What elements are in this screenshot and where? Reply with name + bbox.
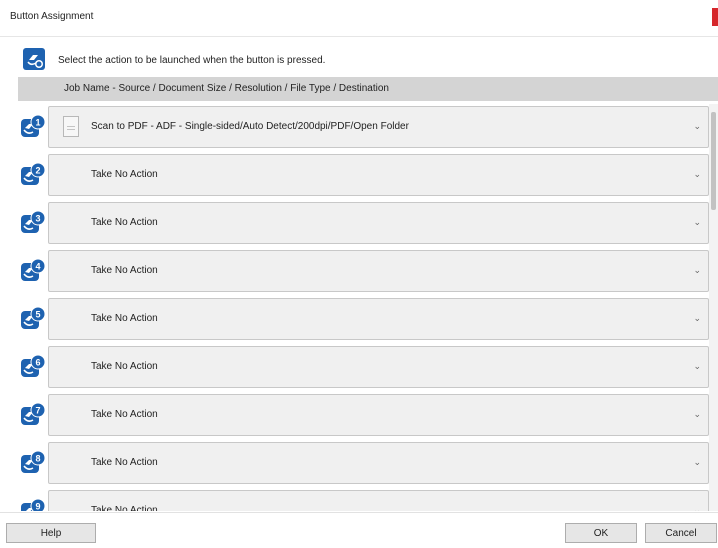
- chevron-down-icon[interactable]: ⌄: [693, 457, 701, 468]
- action-dropdown-5[interactable]: Take No Action ⌄: [48, 298, 709, 340]
- window-title: Button Assignment: [10, 11, 94, 22]
- action-label: Take No Action: [91, 265, 158, 276]
- action-dropdown-4[interactable]: Take No Action ⌄: [48, 250, 709, 292]
- chevron-down-icon[interactable]: ⌄: [693, 217, 701, 228]
- chevron-down-icon[interactable]: ⌄: [693, 361, 701, 372]
- button-row-2: 2 Take No Action ⌄: [0, 152, 718, 198]
- document-icon: [63, 116, 79, 137]
- button-row-8: 8 Take No Action ⌄: [0, 440, 718, 486]
- button-number: 9: [35, 502, 40, 512]
- action-label: Take No Action: [91, 409, 158, 420]
- scrollbar-thumb[interactable]: [711, 112, 716, 210]
- column-header: Job Name - Source / Document Size / Reso…: [18, 77, 718, 101]
- scanner-button-icon: 1: [21, 114, 46, 137]
- action-label: Take No Action: [91, 313, 158, 324]
- instruction-text: Select the action to be launched when th…: [58, 55, 326, 66]
- action-dropdown-2[interactable]: Take No Action ⌄: [48, 154, 709, 196]
- scanner-button-icon: 2: [21, 162, 46, 185]
- chevron-down-icon[interactable]: ⌄: [693, 313, 701, 324]
- help-button[interactable]: Help: [6, 523, 96, 543]
- scanner-button-icon: 6: [21, 354, 46, 377]
- scanner-button-icon: 5: [21, 306, 46, 329]
- chevron-down-icon[interactable]: ⌄: [693, 121, 701, 132]
- button-number: 7: [35, 406, 40, 416]
- scanner-button-icon: 3: [21, 210, 46, 233]
- action-dropdown-3[interactable]: Take No Action ⌄: [48, 202, 709, 244]
- scanner-button-icon: 7: [21, 402, 46, 425]
- action-dropdown-6[interactable]: Take No Action ⌄: [48, 346, 709, 388]
- action-label: Scan to PDF - ADF - Single-sided/Auto De…: [91, 121, 409, 132]
- button-number: 8: [35, 454, 40, 464]
- button-number: 3: [35, 214, 40, 224]
- column-header-label: Job Name - Source / Document Size / Reso…: [64, 83, 389, 94]
- cancel-button[interactable]: Cancel: [645, 523, 717, 543]
- action-label: Take No Action: [91, 457, 158, 468]
- action-label: Take No Action: [91, 169, 158, 180]
- chevron-down-icon[interactable]: ⌄: [693, 409, 701, 420]
- scanner-button-icon: 9: [21, 498, 46, 512]
- button-row-4: 4 Take No Action ⌄: [0, 248, 718, 294]
- button-row-5: 5 Take No Action ⌄: [0, 296, 718, 342]
- button-number: 1: [35, 118, 40, 128]
- button-number: 6: [35, 358, 40, 368]
- chevron-down-icon[interactable]: ⌄: [693, 505, 701, 511]
- ok-button[interactable]: OK: [565, 523, 637, 543]
- action-label: Take No Action: [91, 217, 158, 228]
- title-bar: Button Assignment: [0, 0, 718, 37]
- button-row-3: 3 Take No Action ⌄: [0, 200, 718, 246]
- action-dropdown-1[interactable]: Scan to PDF - ADF - Single-sided/Auto De…: [48, 106, 709, 148]
- button-number: 4: [35, 262, 40, 272]
- button-row-7: 7 Take No Action ⌄: [0, 392, 718, 438]
- button-assignment-list: 1 Scan to PDF - ADF - Single-sided/Auto D…: [0, 104, 718, 511]
- action-dropdown-9[interactable]: Take No Action ⌄: [48, 490, 709, 511]
- button-row-9: 9 Take No Action ⌄: [0, 488, 718, 511]
- action-label: Take No Action: [91, 361, 158, 372]
- action-label: Take No Action: [91, 505, 158, 511]
- button-row-1: 1 Scan to PDF - ADF - Single-sided/Auto D…: [0, 104, 718, 150]
- action-dropdown-7[interactable]: Take No Action ⌄: [48, 394, 709, 436]
- chevron-down-icon[interactable]: ⌄: [693, 265, 701, 276]
- scanner-button-icon: 8: [21, 450, 46, 473]
- button-number: 2: [35, 166, 40, 176]
- chevron-down-icon[interactable]: ⌄: [693, 169, 701, 180]
- button-row-6: 6 Take No Action ⌄: [0, 344, 718, 390]
- action-dropdown-8[interactable]: Take No Action ⌄: [48, 442, 709, 484]
- button-number: 5: [35, 310, 40, 320]
- scanner-button-icon: [23, 48, 45, 70]
- scanner-button-icon: 4: [21, 258, 46, 281]
- close-icon[interactable]: [712, 8, 718, 26]
